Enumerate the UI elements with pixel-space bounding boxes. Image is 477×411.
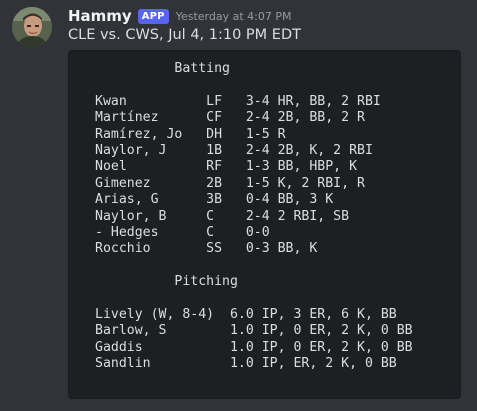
code-line: Gaddis 1.0 IP, 0 ER, 2 K, 0 BB: [95, 339, 413, 355]
chat-message: Hammy APP Yesterday at 4:07 PM CLE vs. C…: [0, 0, 477, 411]
code-block: Batting Kwan LF 3-4 HR, BB, 2 RBI Martín…: [68, 50, 461, 399]
code-line: Pitching: [95, 274, 238, 290]
code-line: Gimenez 2B 1-5 K, 2 RBI, R: [95, 175, 365, 191]
code-line: Sandlin 1.0 IP, ER, 2 K, 0 BB: [95, 356, 397, 372]
code-line: Kwan LF 3-4 HR, BB, 2 RBI: [95, 93, 381, 109]
code-line: - Hedges C 0-0: [95, 224, 270, 240]
code-line: Naylor, B C 2-4 2 RBI, SB: [95, 208, 350, 224]
message-content: CLE vs. CWS, Jul 4, 1:10 PM EDT: [68, 27, 301, 43]
message-header: Hammy APP Yesterday at 4:07 PM: [68, 6, 292, 26]
code-line: Ramírez, Jo DH 1-5 R: [95, 126, 286, 142]
avatar-photo: [12, 7, 52, 47]
code-line: Noel RF 1-3 BB, HBP, K: [95, 159, 358, 175]
code-line: Batting: [95, 61, 230, 76]
code-line: Barlow, S 1.0 IP, 0 ER, 2 K, 0 BB: [95, 323, 413, 339]
timestamp[interactable]: Yesterday at 4:07 PM: [176, 10, 292, 23]
app-badge: APP: [137, 8, 169, 24]
avatar[interactable]: [12, 7, 52, 47]
code-line: Arias, G 3B 0-4 BB, 3 K: [95, 192, 334, 208]
username[interactable]: Hammy: [68, 7, 132, 25]
code-line: Naylor, J 1B 2-4 2B, K, 2 RBI: [95, 142, 373, 158]
code-line: Martínez CF 2-4 2B, BB, 2 R: [95, 110, 365, 126]
code-line: Lively (W, 8-4) 6.0 IP, 3 ER, 6 K, BB: [95, 306, 397, 322]
code-line: Rocchio SS 0-3 BB, K: [95, 241, 318, 257]
